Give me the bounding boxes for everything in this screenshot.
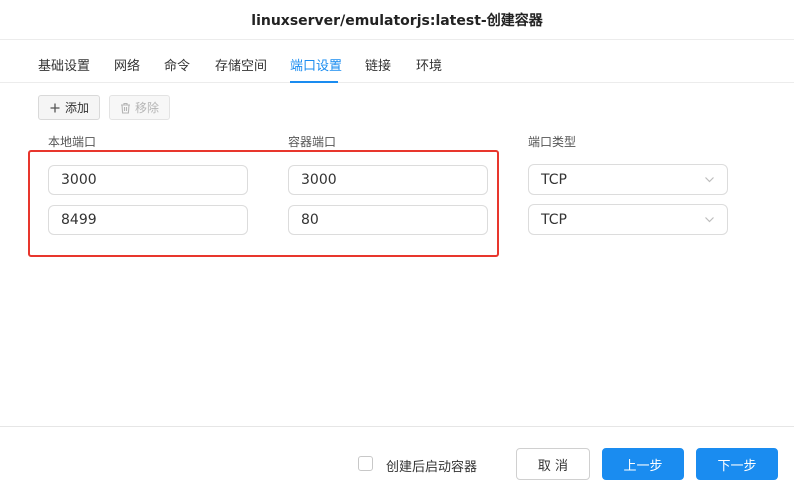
- tab-environment[interactable]: 环境: [416, 55, 442, 74]
- tab-command[interactable]: 命令: [164, 55, 190, 74]
- trash-icon: [120, 102, 130, 114]
- tab-basic-settings[interactable]: 基础设置: [38, 55, 90, 74]
- previous-step-button[interactable]: 上一步: [602, 448, 684, 480]
- local-port-header: 本地端口: [48, 135, 97, 149]
- tab-links[interactable]: 链接: [365, 55, 391, 74]
- local-port-input[interactable]: 8499: [48, 205, 248, 235]
- dialog-title: linuxserver/emulatorjs:latest-创建容器: [0, 0, 794, 40]
- port-type-select[interactable]: TCP: [528, 164, 728, 195]
- local-port-input[interactable]: 3000: [48, 165, 248, 195]
- port-type-select[interactable]: TCP: [528, 204, 728, 235]
- tab-storage[interactable]: 存储空间: [215, 55, 267, 74]
- active-tab-indicator: [290, 81, 338, 83]
- container-port-input[interactable]: 3000: [288, 165, 488, 195]
- tab-bar: 基础设置 网络 命令 存储空间 端口设置 链接 环境: [0, 41, 794, 83]
- container-port-input[interactable]: 80: [288, 205, 488, 235]
- cancel-button[interactable]: 取 消: [516, 448, 590, 480]
- add-port-button[interactable]: 添加: [38, 95, 100, 120]
- tab-network[interactable]: 网络: [114, 55, 140, 74]
- port-type-value: TCP: [541, 211, 567, 228]
- add-port-label: 添加: [64, 101, 89, 115]
- remove-port-label: 移除: [134, 101, 159, 115]
- next-step-button[interactable]: 下一步: [696, 448, 778, 480]
- tab-port-settings[interactable]: 端口设置: [290, 55, 342, 74]
- plus-icon: [50, 103, 60, 112]
- start-after-create-label[interactable]: 创建后启动容器: [386, 456, 477, 475]
- start-after-create-checkbox[interactable]: [358, 456, 373, 471]
- port-type-header: 端口类型: [528, 135, 577, 149]
- port-type-value: TCP: [541, 171, 567, 188]
- remove-port-button[interactable]: 移除: [109, 95, 170, 120]
- container-port-header: 容器端口: [288, 135, 337, 149]
- chevron-down-icon: [705, 217, 714, 223]
- chevron-down-icon: [705, 177, 714, 183]
